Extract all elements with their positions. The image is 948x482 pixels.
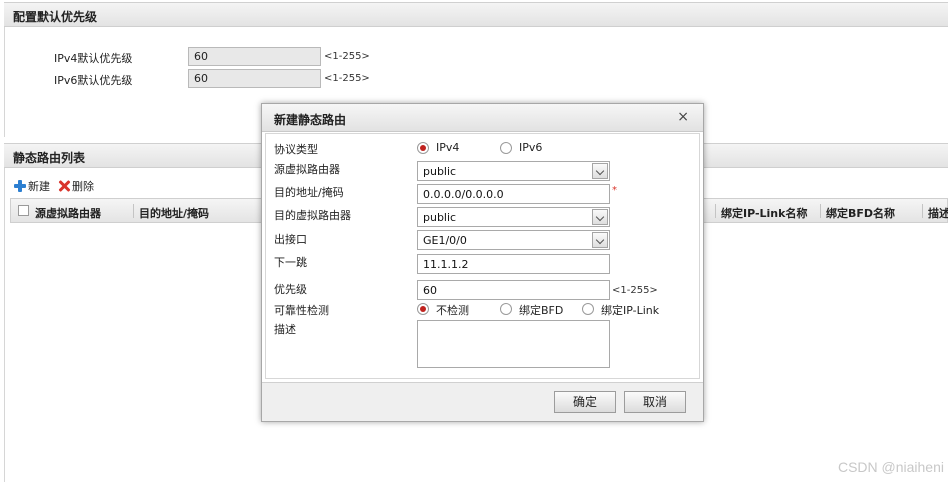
reachability-iplink-radio[interactable] xyxy=(582,303,594,315)
add-route-button[interactable]: 新建 xyxy=(14,178,50,194)
ipv6-priority-label: IPv6默认优先级 xyxy=(54,74,133,87)
plus-icon xyxy=(14,180,26,192)
src-vr-select[interactable]: public xyxy=(417,161,610,181)
desc-label: 描述 xyxy=(274,323,296,336)
egress-label: 出接口 xyxy=(274,233,307,246)
column-divider[interactable] xyxy=(922,204,923,218)
col-src-vr[interactable]: 源虚拟路由器 xyxy=(35,205,101,221)
dialog-form: 协议类型 IPv4 IPv6 源虚拟路由器 public 目的地址/掩码 0.0… xyxy=(265,133,700,379)
ipv4-priority-label: IPv4默认优先级 xyxy=(54,52,133,65)
add-route-label: 新建 xyxy=(28,180,50,193)
dialog-footer: 确定 取消 xyxy=(262,382,703,421)
column-divider[interactable] xyxy=(820,204,821,218)
dest-input[interactable]: 0.0.0.0/0.0.0.0 xyxy=(417,184,610,204)
delete-route-button[interactable]: 删除 xyxy=(58,178,94,194)
dest-vr-label: 目的虚拟路由器 xyxy=(274,209,351,222)
col-iplink[interactable]: 绑定IP-Link名称 xyxy=(721,205,807,221)
dialog-title-bar[interactable]: 新建静态路由 × xyxy=(262,104,703,132)
reachability-none-radio[interactable] xyxy=(417,303,429,315)
default-priority-header: 配置默认优先级 xyxy=(4,2,948,27)
protocol-ipv4-label: IPv4 xyxy=(436,141,460,154)
protocol-ipv6-radio[interactable] xyxy=(500,142,512,154)
select-all-checkbox[interactable] xyxy=(18,205,29,216)
dest-vr-select[interactable]: public xyxy=(417,207,610,227)
ipv6-priority-input[interactable]: 60 xyxy=(188,69,321,88)
chevron-down-icon[interactable] xyxy=(592,209,608,225)
watermark: CSDN @niaiheni xyxy=(837,459,944,475)
column-divider[interactable] xyxy=(715,204,716,218)
protocol-ipv6-label: IPv6 xyxy=(519,141,543,154)
ipv4-priority-range: <1-255> xyxy=(324,51,370,62)
column-divider[interactable] xyxy=(133,204,134,218)
col-desc[interactable]: 描述 xyxy=(928,205,948,221)
default-priority-title: 配置默认优先级 xyxy=(13,10,98,24)
priority-range: <1-255> xyxy=(612,285,658,296)
priority-label: 优先级 xyxy=(274,283,307,296)
priority-input[interactable]: 60 xyxy=(417,280,610,300)
cancel-button[interactable]: 取消 xyxy=(624,391,686,413)
protocol-ipv4-radio[interactable] xyxy=(417,142,429,154)
src-vr-label: 源虚拟路由器 xyxy=(274,163,340,176)
chevron-down-icon[interactable] xyxy=(592,163,608,179)
reachability-bfd-label: 绑定BFD xyxy=(519,304,564,317)
protocol-label: 协议类型 xyxy=(274,143,318,156)
egress-value: GE1/0/0 xyxy=(423,234,467,247)
dialog-title: 新建静态路由 xyxy=(274,113,347,127)
new-static-route-dialog: 新建静态路由 × 协议类型 IPv4 IPv6 源虚拟路由器 public 目的… xyxy=(261,103,704,422)
delete-icon xyxy=(58,180,70,192)
egress-select[interactable]: GE1/0/0 xyxy=(417,230,610,250)
required-mark: * xyxy=(612,185,617,196)
src-vr-value: public xyxy=(423,165,457,178)
nexthop-input[interactable]: 11.1.1.2 xyxy=(417,254,610,274)
col-bfd[interactable]: 绑定BFD名称 xyxy=(826,205,895,221)
col-dest[interactable]: 目的地址/掩码 xyxy=(139,205,209,221)
dest-vr-value: public xyxy=(423,211,457,224)
close-icon[interactable]: × xyxy=(677,109,689,125)
reachability-label: 可靠性检测 xyxy=(274,304,329,317)
reachability-iplink-label: 绑定IP-Link xyxy=(601,304,660,317)
ok-button[interactable]: 确定 xyxy=(554,391,616,413)
nexthop-label: 下一跳 xyxy=(274,256,307,269)
reachability-none-label: 不检测 xyxy=(436,304,469,317)
dest-label: 目的地址/掩码 xyxy=(274,186,344,199)
ipv6-priority-range: <1-255> xyxy=(324,73,370,84)
chevron-down-icon[interactable] xyxy=(592,232,608,248)
desc-textarea[interactable] xyxy=(417,320,610,368)
reachability-bfd-radio[interactable] xyxy=(500,303,512,315)
ipv4-priority-input[interactable]: 60 xyxy=(188,47,321,66)
route-list-title: 静态路由列表 xyxy=(13,151,86,165)
delete-route-label: 删除 xyxy=(72,180,94,193)
